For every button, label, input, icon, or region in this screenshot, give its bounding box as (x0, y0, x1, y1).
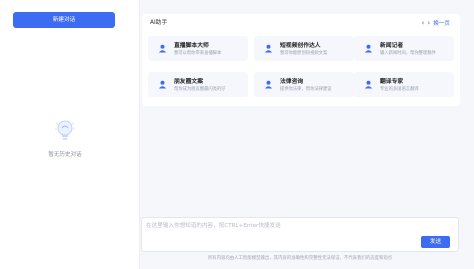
assistant-card[interactable]: 翻译专家 专业的多国语言翻译 (354, 72, 454, 97)
pager: ‹ › 换一页 (422, 19, 450, 27)
ai-assistant-panel: AI助手 ‹ › 换一页 直播脚本大师 我可以帮你带来直播脚本 短视频创作达人 … (142, 14, 460, 106)
assistant-avatar-icon (364, 44, 373, 53)
message-input[interactable] (146, 221, 416, 235)
assistant-avatar-icon (264, 44, 273, 53)
assistant-card[interactable]: 朋友圈文案 帮你成为朋友圈最闪亮的仔 (148, 72, 248, 97)
card-description: 输入新闻时间，帮你整理稿件 (380, 51, 436, 56)
message-composer: 发送 (141, 217, 459, 252)
assistant-card[interactable]: 法律咨询 提供你法律，帮你法律建议 (254, 72, 354, 97)
assistant-card[interactable]: 直播脚本大师 我可以帮你带来直播脚本 (148, 36, 248, 61)
card-description: 专业的多国语言翻译 (380, 87, 419, 92)
card-title: 直播脚本大师 (174, 43, 209, 49)
assistant-card[interactable]: 短视频创作达人 我可你能原创短视频文案 (254, 36, 354, 61)
send-button[interactable]: 发送 (421, 236, 450, 248)
card-title: 新闻记者 (380, 43, 404, 49)
card-description: 我可你能原创短视频文案 (280, 51, 328, 56)
card-description: 我可以帮你带来直播脚本 (174, 51, 222, 56)
card-title: 翻译专家 (380, 79, 404, 85)
sidebar: 新建对话 暂无历史对话 (0, 0, 140, 269)
chevron-left-icon[interactable]: ‹ (422, 19, 425, 26)
panel-title: AI助手 (150, 20, 168, 26)
card-description: 帮你成为朋友圈最闪亮的仔 (174, 87, 226, 92)
card-description: 提供你法律，帮你法律建议 (280, 87, 332, 92)
next-page-button[interactable]: 换一页 (433, 19, 450, 27)
assistant-avatar-icon (158, 80, 167, 89)
card-title: 短视频创作达人 (280, 43, 321, 49)
new-chat-button[interactable]: 新建对话 (13, 12, 115, 28)
empty-history-text: 暂无历史对话 (48, 152, 82, 158)
assistant-avatar-icon (264, 80, 273, 89)
assistant-avatar-icon (158, 44, 167, 53)
lightbulb-icon (55, 120, 75, 140)
assistant-card[interactable]: 新闻记者 输入新闻时间，帮你整理稿件 (354, 36, 454, 61)
assistant-avatar-icon (364, 80, 373, 89)
disclaimer-text: 所有内容均由人工智能模型输出，其内容的准确性和完整性无法保证，不代表我们的态度和… (207, 256, 393, 261)
empty-history: 暂无历史对话 (40, 118, 90, 158)
card-title: 朋友圈文案 (174, 79, 203, 85)
chevron-right-icon[interactable]: › (427, 19, 430, 26)
card-title: 法律咨询 (280, 79, 304, 85)
